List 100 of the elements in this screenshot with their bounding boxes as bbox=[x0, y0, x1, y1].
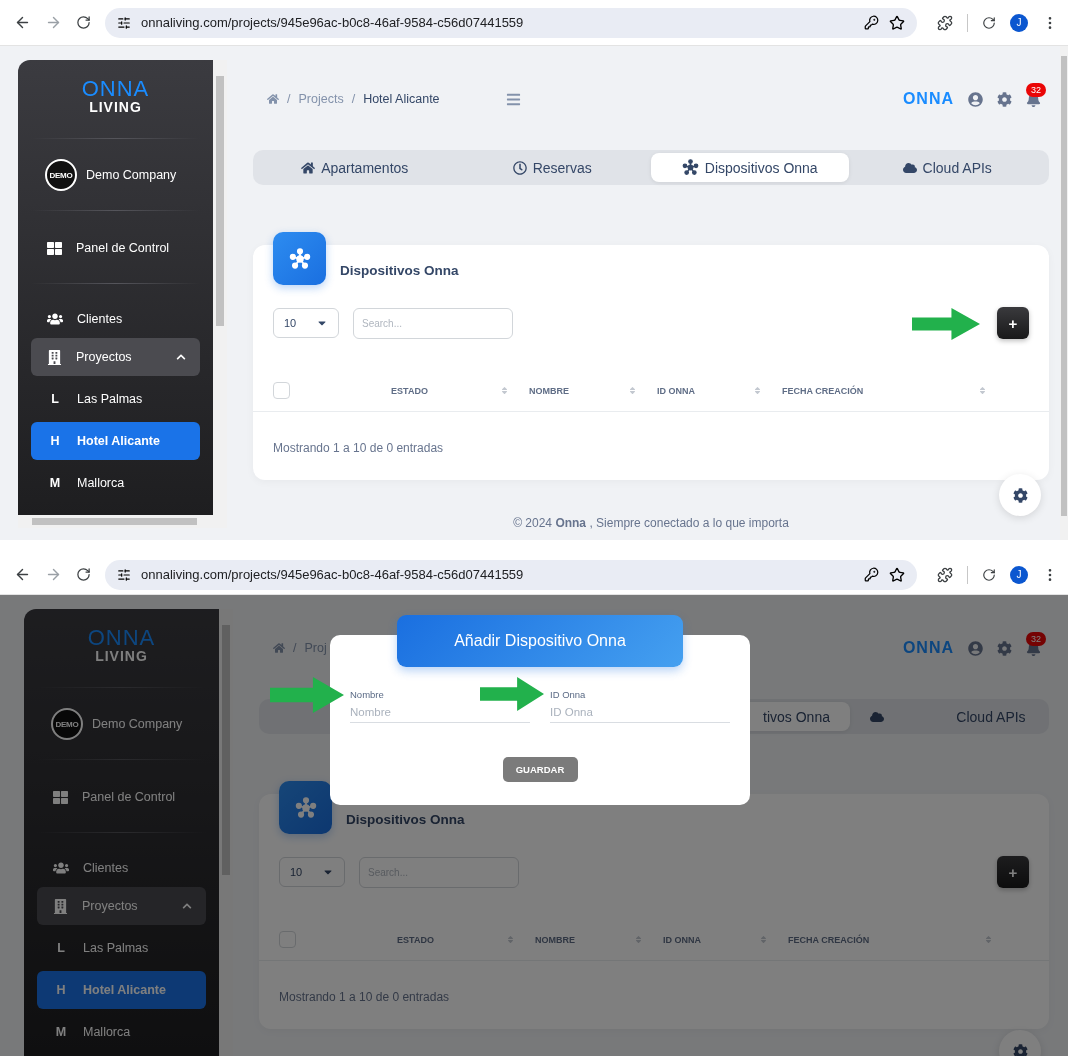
company-name: Demo Company bbox=[86, 168, 177, 182]
logo-text: ONNA bbox=[87, 627, 156, 649]
tab[interactable]: Cloud APIs bbox=[850, 702, 1046, 731]
notification-count: 32 bbox=[1026, 82, 1046, 97]
logo-subtitle: LIVING bbox=[95, 649, 148, 663]
reload-icon[interactable] bbox=[76, 567, 91, 582]
sidebar-item[interactable]: Panel de Control bbox=[31, 229, 200, 267]
network-nodes-icon bbox=[681, 159, 699, 176]
dialog-title: Añadir Dispositivo Onna bbox=[397, 615, 683, 667]
column-header[interactable]: ESTADO bbox=[319, 385, 500, 396]
sort-icon[interactable] bbox=[984, 935, 993, 944]
forward-icon[interactable] bbox=[45, 566, 62, 583]
star-icon[interactable] bbox=[889, 566, 905, 583]
scrollbar[interactable] bbox=[213, 60, 227, 515]
settings-icon[interactable] bbox=[997, 91, 1012, 107]
entries-info: Mostrando 1 a 10 de 0 entradas bbox=[273, 440, 445, 457]
settings-icon[interactable] bbox=[997, 640, 1012, 656]
profile-avatar[interactable]: J bbox=[1010, 565, 1028, 584]
network-nodes-icon bbox=[288, 247, 311, 270]
puzzle-icon[interactable] bbox=[937, 14, 953, 31]
users-icon bbox=[47, 311, 63, 327]
key-icon[interactable] bbox=[864, 15, 879, 30]
sidebar-subitem[interactable]: H Hotel Alicante bbox=[37, 971, 206, 1009]
logo-text: ONNA bbox=[81, 78, 150, 100]
input-field[interactable]: Nombre bbox=[350, 706, 530, 723]
add-button[interactable]: + bbox=[997, 856, 1029, 888]
star-icon[interactable] bbox=[889, 14, 905, 31]
tab[interactable]: Reservas bbox=[453, 153, 651, 182]
save-button[interactable]: GUARDAR bbox=[502, 757, 578, 782]
dashboard-icon bbox=[53, 789, 68, 805]
home-icon bbox=[301, 160, 316, 175]
scrollbar[interactable] bbox=[18, 515, 227, 528]
sidebar-subitem[interactable]: L Las Palmas bbox=[31, 380, 200, 418]
sidebar-item[interactable]: Clientes bbox=[31, 300, 200, 338]
tab[interactable]: Apartamentos bbox=[256, 153, 454, 182]
user-icon[interactable] bbox=[968, 91, 983, 107]
checkbox[interactable] bbox=[273, 382, 290, 399]
column-header[interactable]: ID ONNA bbox=[657, 385, 753, 396]
tab[interactable]: Dispositivos Onna bbox=[651, 153, 849, 182]
sort-icon[interactable] bbox=[500, 386, 509, 395]
sort-icon[interactable] bbox=[506, 935, 515, 944]
sort-icon[interactable] bbox=[628, 386, 637, 395]
sidebar-item[interactable]: Proyectos bbox=[37, 887, 206, 925]
clock-icon bbox=[512, 160, 527, 175]
key-icon[interactable] bbox=[864, 567, 879, 582]
column-header[interactable]: FECHA CREACIÓN bbox=[782, 385, 978, 396]
cloud-icon bbox=[902, 160, 917, 175]
company-badge: DEMO bbox=[45, 159, 77, 191]
chevron-up-icon bbox=[176, 352, 186, 362]
site-info-icon[interactable] bbox=[117, 15, 131, 30]
notification-count: 32 bbox=[1026, 631, 1046, 646]
settings-icon bbox=[1012, 1043, 1028, 1056]
back-icon[interactable] bbox=[14, 14, 31, 31]
search-field[interactable]: Search... bbox=[353, 307, 513, 339]
field-label: Nombre bbox=[350, 689, 385, 700]
sidebar-subitem[interactable]: M Mallorca bbox=[37, 1013, 206, 1051]
profile-avatar[interactable]: J bbox=[1010, 13, 1028, 32]
forward-icon[interactable] bbox=[45, 14, 62, 31]
address-bar[interactable]: onnaliving.com/projects/945e96ac-b0c8-46af-9584-c56d07441559 bbox=[105, 559, 917, 590]
sidebar-item[interactable]: Panel de Control bbox=[37, 778, 206, 816]
buildings-icon bbox=[53, 898, 68, 914]
sidebar-item[interactable]: Proyectos bbox=[31, 338, 200, 376]
breadcrumb-separator: / bbox=[287, 92, 291, 106]
settings-icon bbox=[1012, 487, 1028, 503]
page-size-select[interactable]: 10 bbox=[279, 857, 345, 887]
sidebar-subitem[interactable]: H Hotel Alicante bbox=[31, 422, 200, 460]
back-icon[interactable] bbox=[14, 566, 31, 583]
add-button[interactable]: + bbox=[997, 307, 1029, 339]
sidebar-item[interactable]: Clientes bbox=[37, 849, 206, 887]
address-bar[interactable]: onnaliving.com/projects/945e96ac-b0c8-46af-9584-c56d07441559 bbox=[105, 7, 917, 38]
column-header[interactable]: ID ONNA bbox=[663, 934, 759, 945]
settings-button[interactable] bbox=[999, 474, 1041, 516]
footer-text: © 2024 Onna , Siempre conectado a lo que importa bbox=[512, 516, 790, 530]
company-badge: DEMO bbox=[51, 708, 83, 740]
user-icon[interactable] bbox=[968, 640, 983, 656]
input-field[interactable]: ID Onna bbox=[550, 706, 730, 723]
scrollbar[interactable] bbox=[1060, 46, 1068, 540]
home-icon[interactable] bbox=[267, 93, 279, 105]
reload-icon[interactable] bbox=[76, 15, 91, 30]
breadcrumb-link[interactable]: Hotel Alicante bbox=[363, 92, 440, 106]
page-size-select[interactable]: 10 bbox=[273, 308, 339, 338]
tab[interactable]: Cloud APIs bbox=[848, 153, 1046, 182]
column-header[interactable]: FECHA CREACIÓN bbox=[788, 934, 984, 945]
menu-icon[interactable] bbox=[505, 91, 521, 107]
home-icon[interactable] bbox=[273, 642, 285, 654]
sidebar-subitem[interactable]: L Las Palmas bbox=[37, 929, 206, 967]
column-header[interactable]: NOMBRE bbox=[535, 934, 634, 945]
sidebar-subitem[interactable]: M Mallorca bbox=[31, 464, 200, 502]
site-info-icon[interactable] bbox=[117, 567, 131, 582]
puzzle-icon[interactable] bbox=[937, 566, 953, 583]
sort-icon[interactable] bbox=[634, 935, 643, 944]
column-header[interactable]: NOMBRE bbox=[529, 385, 628, 396]
sort-icon[interactable] bbox=[759, 935, 768, 944]
chevron-up-icon bbox=[182, 901, 192, 911]
column-header[interactable]: ESTADO bbox=[325, 934, 506, 945]
breadcrumb-link[interactable]: Projects bbox=[298, 92, 344, 106]
logo-text: ONNA bbox=[902, 90, 954, 108]
buildings-icon bbox=[47, 349, 62, 365]
sort-icon[interactable] bbox=[978, 386, 987, 395]
sort-icon[interactable] bbox=[753, 386, 762, 395]
